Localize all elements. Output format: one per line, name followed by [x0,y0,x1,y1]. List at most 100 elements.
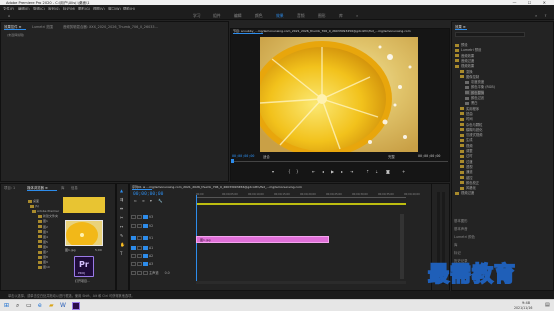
track-target-toggle[interactable] [143,236,148,240]
effects-item[interactable]: 颜色平衡 (RGB) [465,84,495,89]
go-to-in-icon[interactable]: ⇤ [312,169,315,174]
timeline-settings-icon[interactable]: 🔧 [158,199,162,203]
workspace-color[interactable]: 颜色 [255,13,263,19]
time-ruler[interactable] [196,197,406,198]
source-patch-toggle[interactable] [131,236,136,240]
razor-tool-icon[interactable]: ✂ [120,215,123,220]
work-area-bar[interactable] [196,203,406,205]
source-patch-toggle[interactable] [131,262,136,266]
tab-project[interactable]: 项目: 1 [4,185,15,190]
selection-tool-icon[interactable]: ▲ [120,188,123,193]
effects-item[interactable]: 风格化 [460,185,476,190]
effects-item[interactable]: 时间 [460,116,473,121]
export-frame-icon[interactable]: ◙ [386,169,390,174]
effects-item[interactable]: 视频效果 [455,63,474,68]
scrubber-bar[interactable] [232,161,448,162]
effects-item[interactable]: 扭曲 [460,111,473,116]
effects-item[interactable]: 杂色与颗粒 [460,122,482,127]
ripple-edit-icon[interactable]: ⇹ [120,206,123,211]
folder-item[interactable]: 图3 [38,230,48,234]
timeline-vscroll[interactable] [400,214,404,279]
program-tab[interactable]: 节目: scoubby_...mg/lemonunsing.com_2021_2… [233,29,447,33]
effects-item[interactable]: 视频 [460,143,473,148]
effects-item[interactable]: 键控 [460,175,473,180]
folder-item[interactable]: 新建文件夹 [38,214,58,218]
track-target-toggle[interactable] [143,215,148,219]
clip-thumbnail[interactable] [65,220,103,246]
effects-item[interactable]: 沉浸式视频 [460,132,482,137]
pen-tool-icon[interactable]: ✎ [120,233,123,238]
workspace-overflow[interactable]: » [356,13,358,18]
edge-browser-icon[interactable]: e [38,302,42,309]
timeline-clip[interactable]: 图1.jpg [196,236,329,243]
linked-selection-icon[interactable]: ∞ [142,199,145,203]
effects-item[interactable]: 过时 [460,153,473,158]
effects-item[interactable]: 透视 [460,164,473,169]
effects-item[interactable]: 图像控制 [460,74,479,79]
share-icon[interactable]: ⇪ [544,13,547,18]
tab-lumetri-scopes[interactable]: Lumetri 范围 [32,24,53,29]
premiere-taskbar-icon[interactable] [72,302,80,310]
type-tool-icon[interactable]: T [120,251,122,256]
effects-item[interactable]: 实用程序 [460,106,479,111]
effects-item[interactable]: 灰度亮度 [465,79,484,84]
slip-tool-icon[interactable]: ↔ [120,224,123,229]
track-header[interactable]: 主声道 0.0 [131,270,193,280]
tab-markers[interactable]: 标记 [454,250,461,255]
lock-icon[interactable] [137,224,142,228]
tab-lumetri-color[interactable]: Lumetri 颜色 [454,234,475,239]
project-file-icon[interactable]: Pr PROJ [74,256,94,277]
lock-icon[interactable] [137,262,142,266]
effects-item[interactable]: 颜色校正 [460,180,479,185]
clip-thumb-top[interactable] [63,197,105,213]
folder-item[interactable]: 图7 [38,250,48,254]
effects-item[interactable]: Lumetri 预设 [455,47,481,52]
add-marker-icon[interactable]: ▾ [272,169,274,174]
home-icon[interactable]: ⌂ [8,13,10,18]
effects-item[interactable]: 调整 [460,148,473,153]
program-timecode[interactable]: 00;00;00;00 [232,154,254,158]
effects-item[interactable]: 颜色过滤 [465,95,484,100]
effects-item[interactable]: 模糊与锐化 [460,127,482,132]
folder-item[interactable]: JSJ [30,204,39,208]
folder-item[interactable]: Adobe Premier [32,209,59,213]
tab-library[interactable]: 库 [61,185,64,190]
word-icon[interactable]: W [60,302,66,309]
notification-icon[interactable]: ▤ [545,302,550,308]
source-patch-toggle[interactable] [131,254,136,258]
lift-icon[interactable]: ⇡ [366,169,369,174]
track-target-toggle[interactable] [143,262,148,266]
folder-item[interactable]: 图8 [38,255,48,259]
extract-icon[interactable]: ⇣ [375,169,378,174]
folder-item[interactable]: 图10 [38,265,50,269]
lock-icon[interactable] [137,246,142,250]
file-explorer-icon[interactable]: ▰ [49,302,54,309]
tab-libraries[interactable]: 库 [454,242,457,247]
effects-item[interactable]: 音频效果 [455,53,474,58]
step-back-icon[interactable]: ◂ [322,169,324,174]
fit-dropdown[interactable]: 适合 [263,154,270,159]
effects-item[interactable]: 过渡 [460,159,473,164]
folder-item[interactable]: 图5 [38,240,48,244]
workspace-editing[interactable]: 编辑 [234,13,242,19]
effects-item[interactable]: 视频过渡 [455,190,474,195]
workspace-effects[interactable]: 效果 [276,13,284,19]
mark-out-icon[interactable]: } [296,169,299,174]
workspace-learn[interactable]: 学习 [193,13,201,19]
master-volume-value[interactable]: 0.0 [165,271,170,275]
track-target-toggle[interactable] [143,224,148,228]
effects-search-input[interactable] [455,32,525,37]
folder-item[interactable]: 图4 [38,235,48,239]
effects-item[interactable]: 通道 [460,169,473,174]
tab-audio-mixer[interactable]: 音频剪辑混合器: XXX_2020_2026_Thumb_706_0_26033… [63,24,223,29]
effects-item[interactable]: 颜色替换 [465,89,485,95]
tab-essential-sound[interactable]: 基本声音 [454,226,468,231]
taskbar-search-icon[interactable]: ⌕ [16,302,19,310]
tab-project-info[interactable]: 信息 [71,185,78,190]
task-view-icon[interactable]: ▭ [26,302,32,309]
add-marker-timeline-icon[interactable]: ▾ [150,199,152,203]
effects-item[interactable]: 预设 [455,42,468,47]
search-icon[interactable]: ⌕ [535,13,537,18]
folder-item[interactable]: 图2 [38,225,48,229]
mark-in-icon[interactable]: { [288,169,291,174]
